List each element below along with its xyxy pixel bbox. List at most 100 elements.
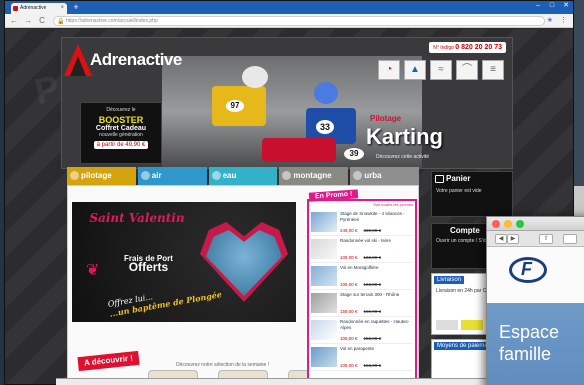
menu-item-pilotage[interactable]: pilotage — [67, 167, 136, 185]
tab-close-icon[interactable]: × — [60, 3, 64, 14]
address-bar[interactable]: 🔒 https://adrenactive.com/accueil/index.… — [53, 16, 545, 26]
promo-panel-title: En Promo ! — [308, 189, 359, 202]
booster-promo[interactable]: Découvrez le BOOSTER Coffret Cadeau nouv… — [80, 102, 162, 164]
site-logo[interactable]: Adrenactive — [64, 44, 194, 78]
address-text: https://adrenactive.com/accueil/index.ph… — [66, 18, 158, 24]
bookmark-star-icon[interactable]: ★ — [547, 15, 553, 27]
price-old: 153,00 € — [363, 336, 382, 341]
eau-icon — [211, 171, 221, 180]
delivery-title: Livraison — [434, 276, 465, 284]
promo-item[interactable]: Randonnée en raquettes - Hautes-Alpes 109… — [311, 317, 413, 344]
price-old: 153,00 € — [363, 363, 382, 368]
free-shipping: Frais de Port Offerts — [124, 254, 173, 273]
kart-number: 33 — [316, 120, 334, 134]
speedometer-icon[interactable]: ◔ — [378, 60, 400, 80]
mac-zoom-button[interactable] — [516, 220, 524, 228]
forward-button[interactable]: → — [23, 15, 33, 27]
new-tab-button[interactable]: + — [71, 2, 81, 12]
phone-label: N° Indigo — [433, 45, 454, 51]
promo-item-title: Vol en parapente — [340, 346, 375, 351]
promo-item-title: Stage de Snowkite - 4 séances - Pyrénées — [340, 211, 405, 222]
mac-share-button[interactable]: ⇧ — [539, 234, 553, 244]
promo-item-price: 109,00 € 133,00 € — [340, 255, 381, 260]
mac-close-button[interactable] — [492, 220, 500, 228]
browser-tabbar: Adrenactive × + – □ ✕ — [5, 1, 573, 14]
main-menu: pilotage air eau montagne urba — [67, 167, 419, 185]
price-old: 133,00 € — [363, 255, 382, 260]
maximize-button[interactable]: □ — [547, 1, 557, 11]
promo-title: BOOSTER — [98, 115, 144, 125]
close-window-button[interactable]: ✕ — [561, 1, 571, 11]
promo-item[interactable]: Stage sur terrain 300 - Rhône 159,00 € 169… — [311, 290, 413, 317]
promo-image — [311, 239, 337, 259]
promo-item-price: 109,00 € 153,00 € — [340, 363, 381, 368]
cart-status: Votre panier est vide — [436, 188, 482, 194]
carrier-logo — [436, 320, 458, 330]
promo-item-title: Vol en Montgolfière — [340, 265, 379, 270]
urba-icon — [353, 171, 363, 180]
menu-item-eau[interactable]: eau — [208, 167, 278, 185]
phone-number: 0 820 20 20 73 — [455, 44, 502, 51]
espace-famille-title: Espace famille — [499, 321, 559, 365]
selection-subtitle: Découvrez notre sélection de la semaine … — [176, 362, 270, 368]
promo-item[interactable]: Randonnée vol ski - Isère 109,00 € 133,00 … — [311, 236, 413, 263]
cupid-icon: ❦ — [86, 262, 100, 279]
promo-image — [311, 212, 337, 232]
back-button[interactable]: ← — [9, 15, 19, 27]
wave-icon[interactable]: ≈ — [430, 60, 452, 80]
menu-label: air — [151, 171, 162, 180]
featured-title-text: Saint Valentin — [89, 211, 185, 225]
title-line: famille — [499, 344, 552, 364]
menu-item-urba[interactable]: urba — [350, 167, 419, 185]
promo-item-price: 159,00 € 169,00 € — [340, 309, 381, 314]
carrier-logo — [461, 320, 483, 330]
browser-menu-icon[interactable]: ⋮ — [560, 15, 567, 27]
mac-minimize-button[interactable] — [504, 220, 512, 228]
background-watermark: P — [30, 66, 63, 113]
mac-titlebar — [487, 217, 584, 231]
menu-item-air[interactable]: air — [137, 167, 207, 185]
brand-logo-icon: F — [509, 257, 547, 283]
mac-sidebar-button[interactable] — [563, 234, 577, 244]
mac-toolbar: ◀ ▶ ⇧ — [487, 231, 584, 247]
list-icon[interactable]: ≡ — [482, 60, 504, 80]
promo-panel: En Promo ! Voir toutes les promos Stage … — [307, 189, 417, 384]
featured-banner[interactable]: Saint Valentin ❦ Frais de Port Offerts O… — [72, 202, 296, 322]
price-now: 159,00 € — [340, 309, 358, 314]
featured-title: Saint Valentin — [82, 212, 192, 225]
montagne-icon — [282, 171, 292, 180]
promo-item[interactable]: Vol en Montgolfière 109,00 € 153,00 € — [311, 263, 413, 290]
mac-forward-button[interactable]: ▶ — [507, 234, 519, 244]
promo-image — [311, 293, 337, 313]
promo-pretitle: Découvrez le — [106, 107, 136, 113]
promo-list: Stage de Snowkite - 4 séances - Pyrénées… — [311, 209, 413, 371]
reload-button[interactable]: C — [37, 15, 47, 27]
favicon-icon — [13, 6, 18, 11]
promo-image — [311, 347, 337, 367]
cart-panel[interactable]: Panier Votre panier est vide — [431, 171, 513, 217]
activity-icons: ◔ ▲ ≈ ⌒ ≡ — [378, 60, 504, 80]
bottom-overlay-window — [56, 378, 486, 385]
minimize-button[interactable]: – — [533, 1, 543, 11]
parachute-icon[interactable]: ⌒ — [456, 60, 478, 80]
hero-cta-link[interactable]: Découvrez cette activité — [376, 154, 429, 160]
promo-see-all-link[interactable]: Voir toutes les promos — [373, 202, 413, 207]
menu-item-montagne[interactable]: montagne — [279, 167, 349, 185]
kart-number: 39 — [344, 148, 364, 160]
promo-item[interactable]: Vol en parapente 109,00 € 153,00 € — [311, 344, 413, 371]
kart-number: 97 — [226, 100, 244, 112]
helmet-blue — [314, 82, 338, 104]
phone-badge[interactable]: N° Indigo 0 820 20 20 73 — [429, 42, 506, 53]
price-old: 169,00 € — [363, 309, 382, 314]
price-now: 109,00 € — [340, 255, 358, 260]
offrez-text: Offrez lui... ...un baptême de Plongée — [107, 280, 222, 319]
mac-back-button[interactable]: ◀ — [495, 234, 507, 244]
promo-item-price: 109,00 € 153,00 € — [340, 282, 381, 287]
price-old: 153,00 € — [363, 282, 382, 287]
mountain-icon[interactable]: ▲ — [404, 60, 426, 80]
browser-toolbar: ← → C 🔒 https://adrenactive.com/accueil/… — [5, 14, 573, 28]
promo-item[interactable]: Stage de Snowkite - 4 séances - Pyrénées… — [311, 209, 413, 236]
tab-adrenactive[interactable]: Adrenactive × — [11, 3, 67, 14]
pilotage-icon — [70, 171, 79, 180]
cart-title: Panier — [446, 174, 471, 183]
